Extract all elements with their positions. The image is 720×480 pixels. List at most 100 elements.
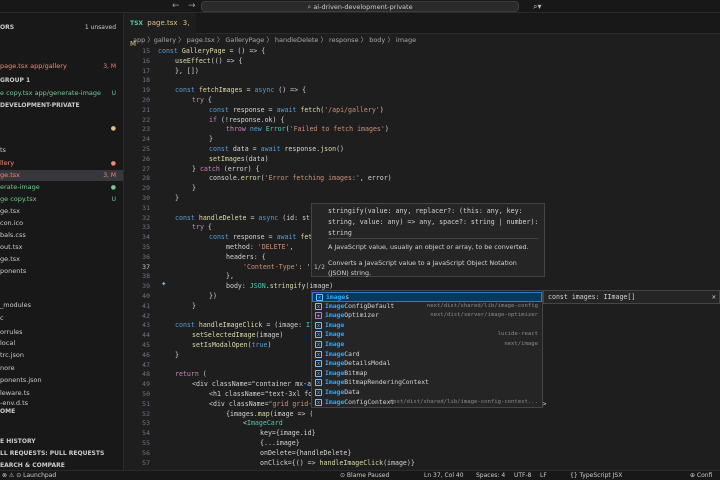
- suggest-item[interactable]: x ImageDetailsModal: [312, 359, 542, 369]
- sidebar-item[interactable]: OME: [0, 406, 123, 417]
- code-line[interactable]: {...image}: [260, 439, 300, 449]
- code-line[interactable]: },: [226, 272, 234, 282]
- code-line[interactable]: <ImageCard: [243, 419, 283, 429]
- code-line[interactable]: const fetchImages = async () => {: [175, 86, 306, 96]
- sidebar-item[interactable]: _modules: [0, 300, 123, 311]
- code-line[interactable]: if (!response.ok) {: [209, 116, 284, 126]
- code-line[interactable]: method: 'DELETE',: [226, 243, 294, 253]
- suggest-item[interactable]: x Image: [312, 321, 542, 331]
- code-line[interactable]: const handleDelete = async (id: str: [175, 214, 314, 224]
- sidebar-section-header[interactable]: LL REQUESTS: PULL REQUESTS: [0, 448, 123, 459]
- sidebar-item-label: _modules: [0, 301, 31, 309]
- suggest-match: Image: [325, 359, 345, 368]
- code-line[interactable]: setSelectedImage(image): [192, 331, 283, 341]
- code-line[interactable]: onClick={() => handleImageClick(image)}: [260, 459, 415, 469]
- sidebar-item[interactable]: ORS 1 unsaved: [0, 22, 123, 33]
- code-line[interactable]: }: [192, 184, 196, 194]
- code-line[interactable]: }: [175, 351, 179, 361]
- suggest-item[interactable]: ◈ imageOptimizer next/dist/server/image-op…: [312, 311, 542, 321]
- close-icon[interactable]: ✕: [712, 291, 716, 303]
- code-line[interactable]: setImages(data): [209, 155, 269, 165]
- code-line[interactable]: return (: [175, 370, 207, 380]
- suggest-item[interactable]: x ImageConfigContext next/dist/shared/lib/…: [312, 398, 542, 407]
- code-line[interactable]: const GalleryPage = () => {: [158, 47, 265, 57]
- code-line[interactable]: {images.map(image => (: [226, 410, 313, 420]
- code-line[interactable]: key={image.id}: [260, 429, 316, 439]
- command-center-search[interactable]: ⌕ ai-driven-development-private: [201, 1, 519, 12]
- sidebar-item[interactable]: out.tsx: [0, 242, 123, 253]
- sidebar-item[interactable]: GROUP 1: [0, 75, 123, 86]
- code-line[interactable]: }): [209, 292, 217, 302]
- sidebar-item[interactable]: [0, 133, 123, 144]
- lightbulb-icon[interactable]: ✦: [161, 280, 166, 290]
- sidebar-item[interactable]: con.ico: [0, 218, 123, 229]
- suggest-item[interactable]: x ImageBitmapRenderingContext: [312, 378, 542, 388]
- back-arrow-icon[interactable]: ←: [172, 0, 180, 13]
- sidebar-item[interactable]: e copy.tsx app/generate-image U: [0, 88, 123, 99]
- breadcrumb[interactable]: app 〉gallery 〉 page.tsx 〉 GalleryPage 〉 …: [124, 34, 720, 47]
- suggest-item-label: imageOptimizer: [325, 311, 379, 321]
- tab-label: page.tsx: [147, 19, 178, 27]
- code-line[interactable]: }, []): [175, 67, 199, 77]
- status-position[interactable]: Ln 37, Col 40: [424, 471, 464, 480]
- sidebar-item[interactable]: page.tsx app/gallery 3, M: [0, 61, 123, 72]
- sidebar-item[interactable]: c: [0, 313, 123, 324]
- code-line[interactable]: } catch (error) {: [192, 165, 260, 175]
- sidebar-item[interactable]: ge.tsx: [0, 254, 123, 265]
- code-line[interactable]: onDelete={handleDelete}: [260, 449, 351, 459]
- status-language[interactable]: {} TypeScript JSX: [570, 471, 622, 480]
- code-line[interactable]: const handleImageClick = (image: II: [175, 321, 314, 331]
- suggest-item[interactable]: x Image lucide-react: [312, 330, 542, 340]
- overload-counter[interactable]: 1/2: [314, 264, 325, 271]
- tab-page-tsx[interactable]: TSX page.tsx 3, M: [124, 13, 196, 48]
- code-line[interactable]: console.error('Error fetching images:', …: [209, 174, 392, 184]
- sidebar-item[interactable]: nore: [0, 363, 123, 374]
- sidebar-item[interactable]: llery ●: [0, 158, 123, 169]
- suggest-item[interactable]: x images: [312, 292, 542, 302]
- line-number: 36: [142, 252, 150, 261]
- suggest-item[interactable]: x ImageCard: [312, 350, 542, 360]
- sidebar-item[interactable]: ponents.json: [0, 375, 123, 386]
- sidebar-item[interactable]: ts: [0, 145, 123, 156]
- code-line[interactable]: const data = await response.json(): [209, 145, 344, 155]
- sidebar-item[interactable]: trc.json: [0, 350, 123, 361]
- status-extra[interactable]: ⊕ Confi: [690, 471, 712, 480]
- code-line[interactable]: headers: {: [226, 253, 266, 263]
- code-line[interactable]: }: [192, 302, 196, 312]
- suggest-item[interactable]: x Image next/image: [312, 340, 542, 350]
- sidebar-item[interactable]: ge.tsx: [0, 206, 123, 217]
- code-line[interactable]: setIsModalOpen(true): [192, 341, 271, 351]
- status-encoding[interactable]: UTF-8: [514, 471, 532, 480]
- code-line[interactable]: const response = await fetch('/api/galle…: [209, 106, 384, 116]
- status-blame[interactable]: ⊙ Blame Paused: [340, 471, 389, 480]
- sidebar-item[interactable]: bals.css: [0, 230, 123, 241]
- copilot-icon[interactable]: ⌕▾: [533, 0, 542, 13]
- forward-arrow-icon[interactable]: →: [188, 0, 196, 13]
- code-line[interactable]: useEffect(() => {: [175, 57, 243, 67]
- sidebar-item[interactable]: ponents: [0, 266, 123, 277]
- suggest-item[interactable]: x ImageData: [312, 388, 542, 398]
- code-line[interactable]: try {: [192, 96, 212, 106]
- sidebar-item[interactable]: DEVELOPMENT-PRIVATE: [0, 100, 123, 111]
- sidebar-section-header[interactable]: EARCH & COMPARE: [0, 460, 123, 470]
- suggest-item[interactable]: x ImageConfigDefault next/dist/shared/lib/…: [312, 302, 542, 312]
- code-line[interactable]: }: [175, 194, 179, 204]
- code-line[interactable]: try {: [192, 223, 212, 233]
- suggest-item[interactable]: x ImageBitmap: [312, 369, 542, 379]
- code-line[interactable]: <h1 className="text-3xl fon: [209, 390, 316, 400]
- sidebar-item[interactable]: local: [0, 338, 123, 349]
- sidebar-item[interactable]: ge copy.tsx U: [0, 194, 123, 205]
- sidebar-section-header[interactable]: E HISTORY: [0, 436, 123, 447]
- sidebar-item[interactable]: erate-image ●: [0, 182, 123, 193]
- sidebar-item[interactable]: ge.tsx 3, M: [0, 170, 123, 181]
- sidebar-item[interactable]: orrules: [0, 327, 123, 338]
- status-spaces[interactable]: Spaces: 4: [476, 471, 505, 480]
- sidebar-item-label: ge copy.tsx: [0, 195, 37, 203]
- code-line[interactable]: throw new Error('Failed to fetch images'…: [226, 125, 389, 135]
- status-eol[interactable]: LF: [540, 471, 547, 480]
- code-line[interactable]: }: [209, 135, 213, 145]
- line-number: 26: [142, 154, 150, 163]
- code-line[interactable]: <div className="container mx-au: [192, 380, 315, 390]
- sidebar-item[interactable]: [0, 280, 123, 291]
- status-problems[interactable]: ⊗ ⚠ ⊙ Launchpad: [2, 471, 56, 480]
